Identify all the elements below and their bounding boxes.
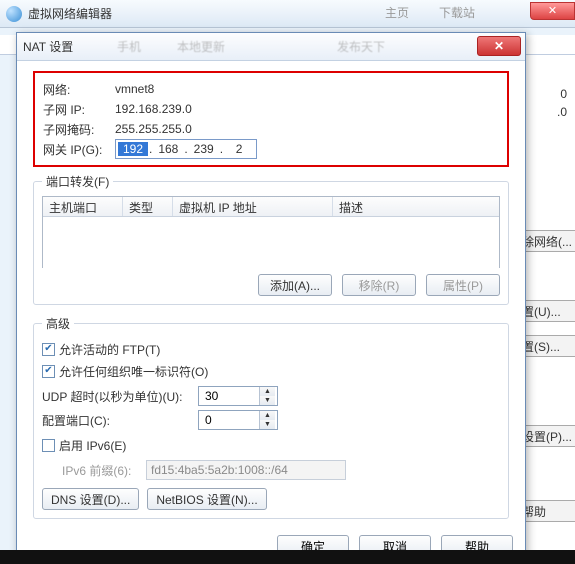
port-forward-buttons: 添加(A)... 移除(R) 属性(P) — [42, 274, 500, 296]
label-udp: UDP 超时(以秒为单位)(U): — [42, 388, 192, 405]
gateway-ip-input[interactable]: 192. 168. 239. 2 — [115, 139, 257, 159]
label-cfgport: 配置端口(C): — [42, 412, 192, 429]
label-subnet: 子网 IP: — [43, 101, 115, 118]
label-mask: 子网掩码: — [43, 121, 115, 138]
checkbox-ftp[interactable] — [42, 343, 55, 356]
label-network: 网络: — [43, 81, 115, 98]
udp-timeout-input[interactable] — [199, 387, 259, 405]
legend-port-forward: 端口转发(F) — [42, 173, 113, 190]
col-vmip[interactable]: 虚拟机 IP 地址 — [173, 197, 333, 216]
col-hostport[interactable]: 主机端口 — [43, 197, 123, 216]
add-button[interactable]: 添加(A)... — [258, 274, 332, 296]
udp-timeout-spinner[interactable]: ▲▼ — [198, 386, 278, 406]
parent-close-button[interactable]: ✕ — [530, 2, 575, 20]
dialog-titlebar[interactable]: NAT 设置 手机 本地更新 发布天下 ✕ — [17, 33, 525, 61]
port-forward-table[interactable]: 主机端口 类型 虚拟机 IP 地址 描述 — [42, 196, 500, 268]
legend-advanced: 高级 — [42, 315, 74, 332]
nat-settings-dialog: NAT 设置 手机 本地更新 发布天下 ✕ 网络: vmnet8 子网 IP: … — [16, 32, 526, 560]
ipv6-prefix-input — [146, 460, 346, 480]
value-subnet: 192.168.239.0 — [115, 102, 192, 116]
parent-title: 虚拟网络编辑器 — [28, 5, 112, 22]
advanced-buttons: DNS 设置(D)... NetBIOS 设置(N)... — [42, 488, 500, 510]
ip-octet-4[interactable]: 2 — [224, 142, 254, 156]
ghost-1: 手机 — [117, 38, 141, 55]
row-subnet: 子网 IP: 192.168.239.0 — [43, 99, 499, 119]
dialog-body: 网络: vmnet8 子网 IP: 192.168.239.0 子网掩码: 25… — [17, 61, 525, 535]
fieldset-port-forward: 端口转发(F) 主机端口 类型 虚拟机 IP 地址 描述 添加(A)... 移除… — [33, 173, 509, 305]
parent-titlebar: 虚拟网络编辑器 — [0, 0, 575, 28]
label-ipv6-prefix: IPv6 前缀(6): — [62, 462, 140, 479]
toolbar-ghost-2: 下载站 — [439, 4, 475, 21]
parent-toolbar: 主页 下载站 — [385, 4, 475, 21]
row-ipv6-prefix: IPv6 前缀(6): — [62, 460, 500, 480]
checkbox-org[interactable] — [42, 365, 55, 378]
label-ftp: 允许活动的 FTP(T) — [59, 341, 160, 358]
row-mask: 子网掩码: 255.255.255.0 — [43, 119, 499, 139]
spinner-down-icon[interactable]: ▼ — [260, 396, 275, 405]
row-ipv6: 启用 IPv6(E) — [42, 434, 500, 456]
taskbar-fragment — [0, 550, 575, 564]
row-config-port: 配置端口(C): ▲▼ — [42, 410, 500, 430]
spinner-down-icon[interactable]: ▼ — [260, 420, 275, 429]
dialog-title: NAT 设置 — [23, 38, 73, 55]
col-type[interactable]: 类型 — [123, 197, 173, 216]
spinner-up-icon[interactable]: ▲ — [260, 387, 275, 396]
config-port-input[interactable] — [199, 411, 259, 429]
label-ipv6: 启用 IPv6(E) — [59, 437, 126, 454]
col-desc[interactable]: 描述 — [333, 197, 499, 216]
right-val-ip: .0 — [557, 105, 567, 119]
row-ftp: 允许活动的 FTP(T) — [42, 338, 500, 360]
label-org: 允许任何组织唯一标识符(O) — [59, 363, 208, 380]
dialog-close-button[interactable]: ✕ — [477, 36, 521, 56]
ghost-3: 发布天下 — [337, 38, 385, 55]
app-icon — [6, 6, 22, 22]
row-gateway: 网关 IP(G): 192. 168. 239. 2 — [43, 139, 499, 159]
netbios-settings-button[interactable]: NetBIOS 设置(N)... — [147, 488, 266, 510]
ghost-2: 本地更新 — [177, 38, 225, 55]
row-org: 允许任何组织唯一标识符(O) — [42, 360, 500, 382]
fieldset-advanced: 高级 允许活动的 FTP(T) 允许任何组织唯一标识符(O) UDP 超时(以秒… — [33, 315, 509, 519]
checkbox-ipv6[interactable] — [42, 439, 55, 452]
value-network: vmnet8 — [115, 82, 154, 96]
toolbar-ghost-1: 主页 — [385, 4, 409, 21]
table-body-empty[interactable] — [43, 217, 499, 269]
dns-settings-button[interactable]: DNS 设置(D)... — [42, 488, 139, 510]
label-gateway: 网关 IP(G): — [43, 141, 115, 158]
ip-octet-3[interactable]: 239 — [189, 142, 219, 156]
row-udp-timeout: UDP 超时(以秒为单位)(U): ▲▼ — [42, 386, 500, 406]
ip-octet-1[interactable]: 192 — [118, 142, 148, 156]
remove-button[interactable]: 移除(R) — [342, 274, 416, 296]
network-info-box: 网络: vmnet8 子网 IP: 192.168.239.0 子网掩码: 25… — [33, 71, 509, 167]
properties-button[interactable]: 属性(P) — [426, 274, 500, 296]
table-header: 主机端口 类型 虚拟机 IP 地址 描述 — [43, 197, 499, 217]
ip-octet-2[interactable]: 168 — [153, 142, 183, 156]
spinner-up-icon[interactable]: ▲ — [260, 411, 275, 420]
row-network: 网络: vmnet8 — [43, 79, 499, 99]
config-port-spinner[interactable]: ▲▼ — [198, 410, 278, 430]
value-mask: 255.255.255.0 — [115, 122, 192, 136]
right-val-0: 0 — [560, 87, 567, 101]
